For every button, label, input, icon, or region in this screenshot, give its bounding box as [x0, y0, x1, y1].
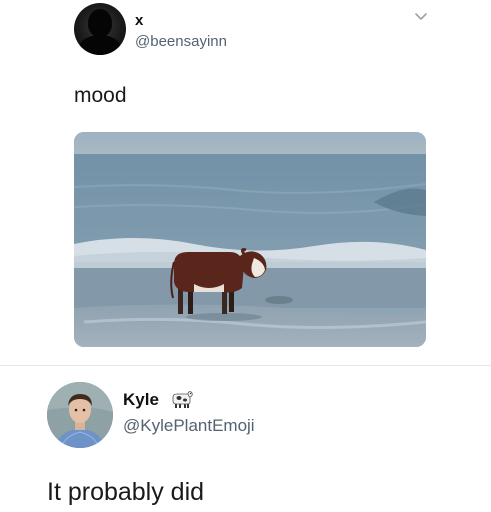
user-handle[interactable]: @KylePlantEmoji: [123, 416, 255, 436]
tweet-text: mood: [74, 84, 127, 107]
avatar[interactable]: [74, 3, 126, 55]
display-name[interactable]: Kyle: [123, 390, 159, 410]
tweet-text: It probably did: [47, 478, 205, 506]
avatar[interactable]: [47, 382, 113, 448]
user-handle[interactable]: @beensayinn: [135, 33, 227, 50]
reply-tweet: Kyle @KylePlantEmoji It probably did: [0, 366, 491, 512]
original-tweet: x @beensayinn mood: [0, 0, 491, 365]
display-name[interactable]: x: [135, 12, 143, 29]
tweet-media-image[interactable]: [74, 132, 426, 347]
cow-icon: [172, 391, 193, 408]
chevron-down-icon[interactable]: [414, 12, 428, 22]
